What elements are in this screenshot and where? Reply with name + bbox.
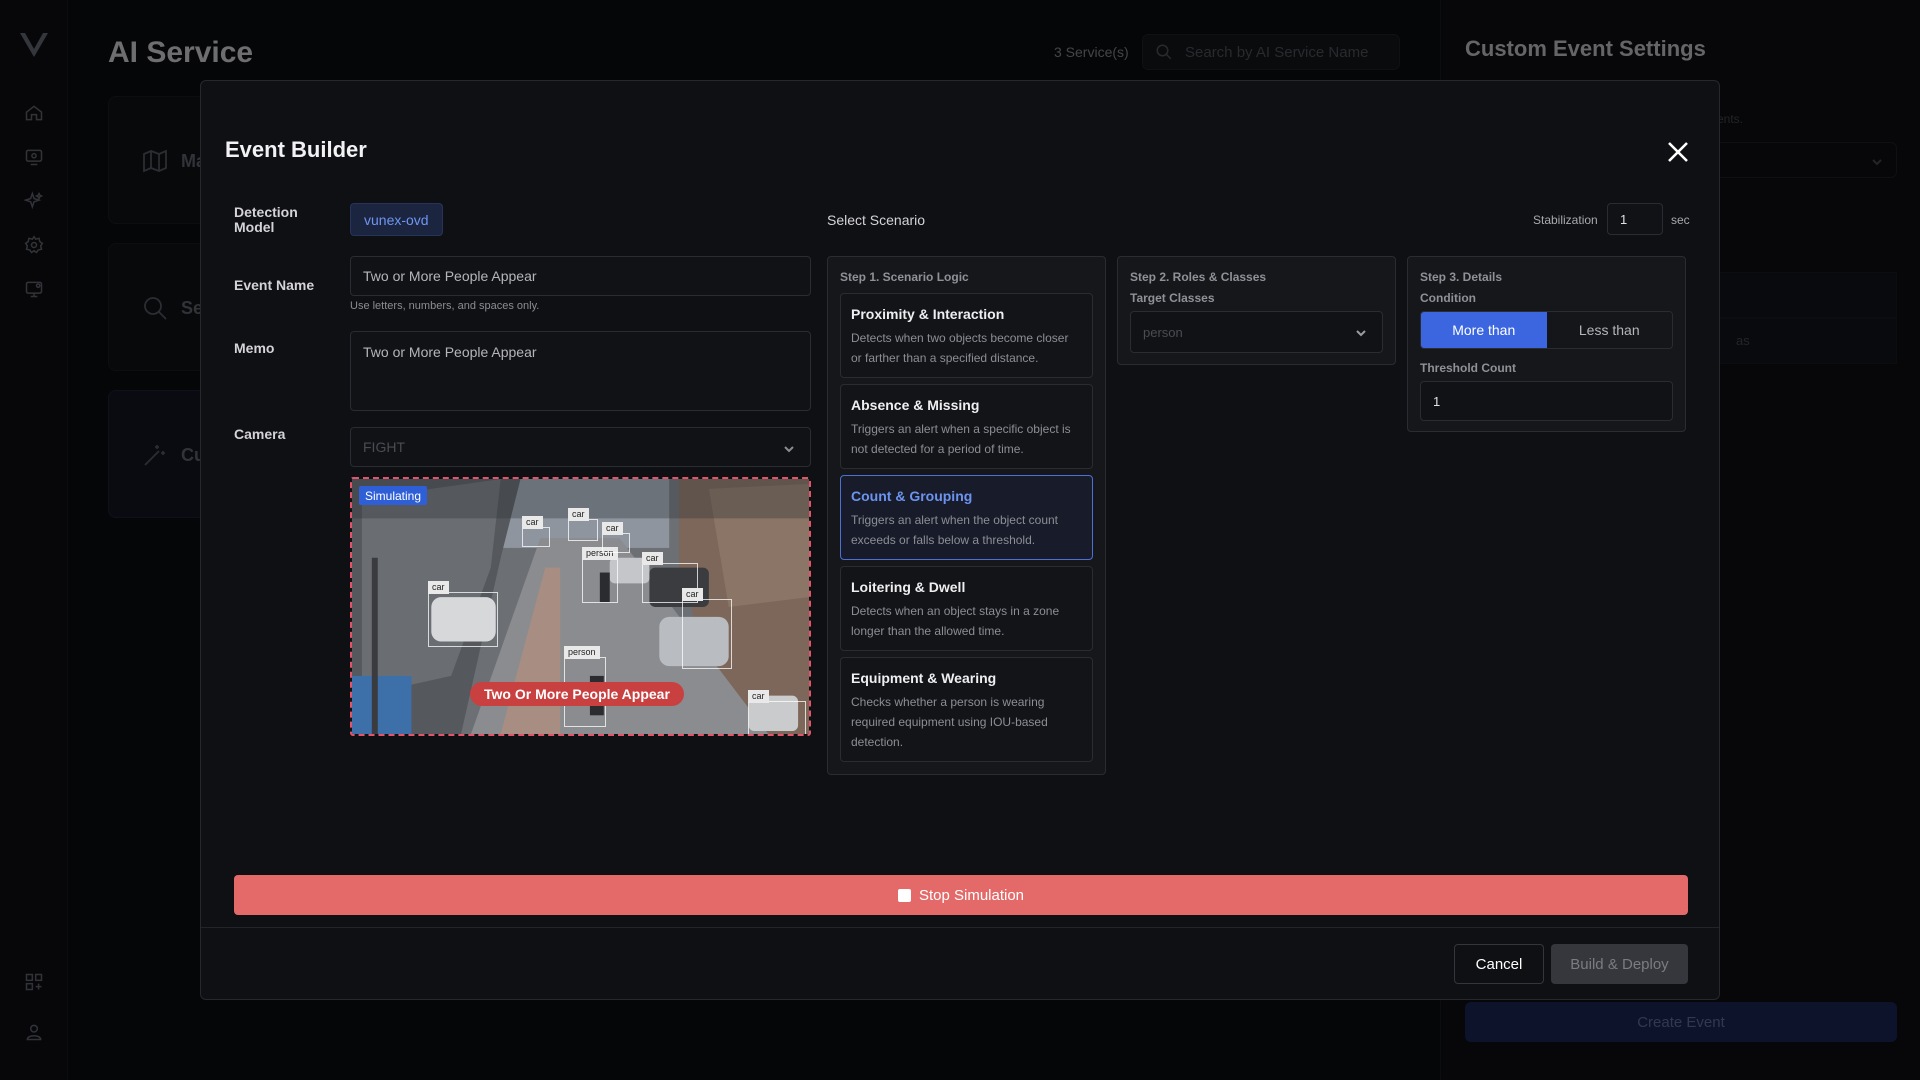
threshold-count-input[interactable]: 1 <box>1420 381 1673 421</box>
detection-label: person <box>564 646 600 659</box>
detection-model-label: Detection Model <box>234 204 298 235</box>
stabilization-label: Stabilization <box>1533 213 1598 227</box>
detection-box: car <box>602 522 630 553</box>
detection-box: person <box>582 547 618 603</box>
modal-title: Event Builder <box>225 137 367 162</box>
detection-box: car <box>568 508 598 541</box>
detection-label: car <box>642 552 663 565</box>
step2-title: Step 2. Roles & Classes <box>1130 270 1267 284</box>
condition-toggle: More than Less than <box>1420 311 1673 349</box>
scenario-title: Proximity & Interaction <box>851 306 1005 322</box>
build-deploy-button[interactable]: Build & Deploy <box>1551 944 1688 984</box>
footer-divider <box>201 927 1719 928</box>
event-overlay-tag: Two Or More People Appear <box>470 682 684 706</box>
camera-preview: car car car person car car car person ca… <box>350 477 811 736</box>
scenario-card-count[interactable]: Count & Grouping Triggers an alert when … <box>840 475 1093 560</box>
scenario-desc: Triggers an alert when the object count … <box>851 513 1059 547</box>
event-name-label: Event Name <box>234 277 315 293</box>
camera-label: Camera <box>234 426 286 442</box>
step1-panel: Step 1. Scenario Logic Proximity & Inter… <box>827 256 1106 775</box>
target-classes-label: Target Classes <box>1130 291 1215 305</box>
scenario-title: Equipment & Wearing <box>851 670 997 686</box>
target-classes-value: person <box>1143 324 1183 340</box>
detection-label: car <box>682 588 703 601</box>
target-classes-select[interactable]: person <box>1130 311 1383 353</box>
cancel-button[interactable]: Cancel <box>1454 944 1544 984</box>
stop-simulation-label: Stop Simulation <box>918 886 1025 904</box>
scenario-desc: Detects when two objects become closer o… <box>851 331 1069 365</box>
detection-box: car <box>682 588 732 669</box>
detection-label: car <box>568 508 589 521</box>
step1-title: Step 1. Scenario Logic <box>840 270 969 284</box>
detection-box: car <box>522 516 550 547</box>
event-builder-modal: Event Builder Detection Model vunex-ovd … <box>200 80 1720 1000</box>
close-button[interactable] <box>1665 139 1691 165</box>
threshold-count-label: Threshold Count <box>1420 361 1516 375</box>
chevron-down-icon <box>784 446 794 453</box>
scenario-title: Absence & Missing <box>851 397 980 413</box>
stabilization-input[interactable]: 1 <box>1607 203 1663 235</box>
stabilization-unit: sec <box>1671 213 1690 227</box>
scenario-desc: Checks whether a person is wearing requi… <box>851 695 1048 749</box>
condition-label: Condition <box>1420 291 1476 305</box>
stop-simulation-button[interactable]: Stop Simulation <box>234 875 1688 915</box>
event-name-input[interactable]: Two or More People Appear <box>350 256 811 296</box>
step3-panel: Step 3. Details Condition More than Less… <box>1407 256 1686 432</box>
step2-panel: Step 2. Roles & Classes Target Classes p… <box>1117 256 1396 365</box>
camera-select-value: FIGHT <box>363 439 405 455</box>
scenario-title: Count & Grouping <box>851 488 973 504</box>
select-scenario-title: Select Scenario <box>827 212 926 228</box>
chevron-down-icon <box>1356 330 1366 337</box>
detection-model-chip[interactable]: vunex-ovd <box>350 203 443 236</box>
detection-label: car <box>748 690 769 703</box>
camera-select[interactable]: FIGHT <box>350 427 811 467</box>
stop-icon <box>897 888 911 902</box>
detection-box: car <box>428 581 498 647</box>
scenario-title: Loitering & Dwell <box>851 579 966 595</box>
event-name-hint: Use letters, numbers, and spaces only. <box>350 300 540 312</box>
memo-label: Memo <box>234 340 275 356</box>
step3-title: Step 3. Details <box>1420 270 1503 284</box>
close-icon <box>1668 142 1688 162</box>
simulating-badge: Simulating <box>359 486 428 505</box>
scenario-card-proximity[interactable]: Proximity & Interaction Detects when two… <box>840 293 1093 378</box>
memo-textarea[interactable]: Two or More People Appear <box>350 331 811 411</box>
detection-label: car <box>428 581 449 594</box>
scenario-desc: Detects when an object stays in a zone l… <box>851 604 1060 638</box>
detection-box: car <box>748 690 806 734</box>
scenario-card-loitering[interactable]: Loitering & Dwell Detects when an object… <box>840 566 1093 651</box>
condition-less-than-button[interactable]: Less than <box>1546 312 1672 348</box>
condition-more-than-button[interactable]: More than <box>1421 312 1547 348</box>
detection-label: car <box>602 522 623 535</box>
scenario-card-absence[interactable]: Absence & Missing Triggers an alert when… <box>840 384 1093 469</box>
scenario-desc: Triggers an alert when a specific object… <box>851 422 1071 456</box>
detection-label: car <box>522 516 543 529</box>
scenario-card-equipment[interactable]: Equipment & Wearing Checks whether a per… <box>840 657 1093 762</box>
